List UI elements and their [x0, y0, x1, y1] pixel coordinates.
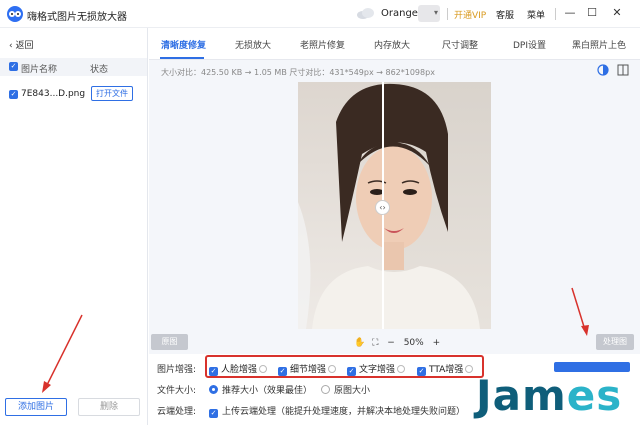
add-image-button[interactable]: 添加图片	[5, 398, 67, 416]
main-panel: 清晰度修复 无损放大 老照片修复 内存放大 尺寸调整 DPI设置 黑白照片上色 …	[149, 28, 640, 425]
original-image-button[interactable]: 原图	[151, 334, 188, 350]
maximize-button[interactable]: ☐	[584, 5, 600, 21]
open-vip-button[interactable]: 开通VIP	[454, 8, 486, 21]
size-original-label: 原图大小	[334, 386, 371, 396]
cloud-processing-checkbox[interactable]: ✓	[209, 409, 218, 418]
back-link[interactable]: ‹ 返回	[9, 38, 33, 51]
detail-enhance-label: 细节增强	[290, 365, 327, 375]
text-enhance-label: 文字增强	[359, 365, 396, 375]
cloud-processing-option[interactable]: ✓ 上传云端处理（能提升处理速度，并解决本地处理失败问题）	[209, 404, 465, 418]
radio-unselected-icon[interactable]	[321, 385, 330, 394]
file-list-panel: ‹ 返回 ✓ 图片名称 状态 ✓ 7E843...D.png 打开文件 添加图片…	[0, 28, 148, 425]
face-enhance-checkbox[interactable]: ✓	[209, 367, 218, 376]
divider	[555, 8, 556, 20]
size-comparison-info: 大小对比：425.50 KB → 1.05 MB 尺寸对比：431*549px …	[161, 68, 435, 77]
split-view-icon[interactable]	[617, 64, 629, 76]
open-file-button[interactable]: 打开文件	[91, 86, 133, 101]
file-size-label: 文件大小:	[157, 386, 197, 396]
tta-enhance-option[interactable]: ✓ TTA增强	[417, 362, 474, 376]
feature-tabs: 清晰度修复 无损放大 老照片修复 内存放大 尺寸调整 DPI设置 黑白照片上色	[149, 28, 640, 60]
detail-enhance-checkbox[interactable]: ✓	[278, 367, 287, 376]
cloud-processing-text: 上传云端处理（能提升处理速度，并解决本地处理失败问题）	[222, 407, 466, 417]
file-row[interactable]: ✓ 7E843...D.png 打开文件	[0, 84, 147, 106]
size-original-option[interactable]: 原图大小	[321, 383, 370, 396]
active-tab-indicator	[160, 57, 204, 59]
face-enhance-label: 人脸增强	[221, 365, 258, 375]
tta-enhance-checkbox[interactable]: ✓	[417, 367, 426, 376]
size-recommended-label: 推荐大小（效果最佳）	[222, 386, 313, 396]
hand-tool-icon[interactable]: ✋	[354, 338, 365, 348]
text-enhance-option[interactable]: ✓ 文字增强	[347, 362, 406, 376]
zoom-out-button[interactable]: −	[387, 338, 395, 348]
column-status-header: 状态	[90, 65, 109, 75]
tab-lossless-enlarge[interactable]: 无损放大	[235, 38, 271, 51]
help-icon[interactable]	[259, 365, 268, 373]
file-list-header: ✓ 图片名称 状态	[0, 58, 147, 76]
processed-image-button[interactable]: 处理图	[596, 334, 634, 350]
close-button[interactable]: ✕	[609, 5, 625, 21]
tab-memory-enlarge[interactable]: 内存放大	[374, 38, 410, 51]
username[interactable]: Orange	[381, 8, 418, 19]
divider	[447, 8, 448, 20]
zoom-in-button[interactable]: +	[433, 338, 441, 348]
back-label: 返回	[15, 41, 34, 51]
cloud-processing-label: 云端处理:	[157, 407, 197, 417]
annotation-arrow-icon	[571, 287, 589, 336]
face-enhance-option[interactable]: ✓ 人脸增强	[209, 362, 268, 376]
tab-colorize[interactable]: 黑白照片上色	[572, 38, 626, 51]
cloud-avatar-icon	[357, 8, 374, 19]
size-recommended-option[interactable]: 推荐大小（效果最佳）	[209, 383, 312, 396]
enhance-label: 图片增强:	[157, 365, 197, 375]
annotation-arrow-icon	[42, 314, 83, 393]
fit-screen-icon[interactable]: ⛶	[372, 338, 378, 348]
zoom-controls: ✋ ⛶ − 50% +	[354, 338, 440, 348]
compare-slider-handle[interactable]: ‹›	[375, 200, 390, 215]
app-logo-icon	[7, 6, 23, 22]
radio-selected-icon[interactable]	[209, 385, 218, 394]
tab-dpi-settings[interactable]: DPI设置	[513, 38, 546, 51]
watermark-text: James	[476, 371, 623, 420]
tta-enhance-label: TTA增强	[429, 365, 464, 375]
minimize-button[interactable]: —	[562, 5, 578, 21]
title-bar: 嗨格式图片无损放大器 Orange ▾ 开通VIP 客服 菜单 — ☐ ✕	[0, 0, 640, 28]
help-icon[interactable]	[397, 365, 406, 373]
portrait-photo	[298, 82, 491, 329]
tab-clarity-repair[interactable]: 清晰度修复	[161, 38, 206, 51]
menu-button[interactable]: 菜单	[527, 8, 545, 21]
image-compare-viewer[interactable]: ‹›	[298, 82, 491, 329]
help-icon[interactable]	[465, 365, 474, 373]
help-icon[interactable]	[328, 365, 337, 373]
detail-enhance-option[interactable]: ✓ 细节增强	[278, 362, 337, 376]
delete-button[interactable]: 删除	[78, 398, 140, 416]
compare-toggle-icon[interactable]	[597, 64, 609, 76]
file-name: 7E843...D.png	[21, 89, 86, 99]
tab-size-adjust[interactable]: 尺寸调整	[442, 38, 478, 51]
tab-old-photo-repair[interactable]: 老照片修复	[300, 38, 345, 51]
file-checkbox[interactable]: ✓	[9, 90, 18, 99]
text-enhance-checkbox[interactable]: ✓	[347, 367, 356, 376]
app-title: 嗨格式图片无损放大器	[27, 12, 127, 23]
zoom-level: 50%	[403, 338, 424, 348]
select-all-checkbox[interactable]: ✓	[9, 62, 18, 71]
customer-service-button[interactable]: 客服	[496, 8, 514, 21]
chevron-down-icon[interactable]: ▾	[434, 8, 438, 17]
column-name-header: 图片名称	[21, 65, 58, 75]
